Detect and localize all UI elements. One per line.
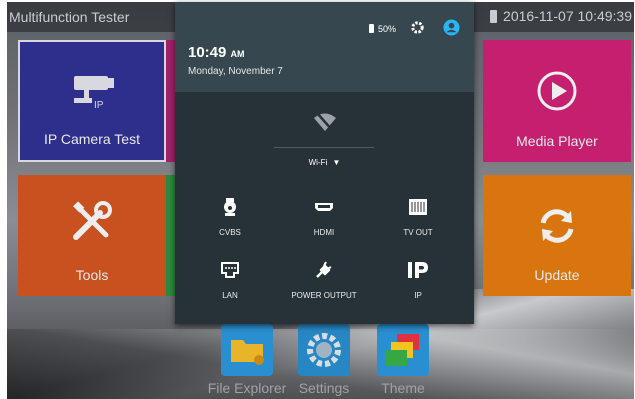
battery-icon xyxy=(368,24,374,33)
theme-icon xyxy=(377,324,429,376)
dock-theme[interactable]: Theme xyxy=(371,324,435,396)
wifi-dropdown[interactable]: Wi-Fi ▼ xyxy=(175,158,474,167)
datetime-text: 2016-11-07 10:49:39 xyxy=(503,8,632,24)
qs-ip[interactable]: IP xyxy=(368,259,468,300)
folder-icon xyxy=(221,324,273,376)
qs-tv-out[interactable]: TV OUT xyxy=(368,196,468,237)
dock-label: File Explorer xyxy=(207,380,287,396)
dock-settings[interactable]: Settings xyxy=(296,324,352,396)
qs-lan[interactable]: LAN xyxy=(180,259,280,300)
panel-date: Monday, November 7 xyxy=(188,66,283,77)
wifi-tile[interactable] xyxy=(175,112,474,137)
lan-icon xyxy=(180,259,280,281)
tv-out-icon xyxy=(368,196,468,218)
cctv-camera-icon: IP xyxy=(66,70,118,115)
hdmi-icon xyxy=(274,196,374,218)
tile-label: IP Camera Test xyxy=(44,131,140,147)
tile-media-player[interactable]: Media Player xyxy=(483,40,631,162)
dock-label: Theme xyxy=(381,380,425,396)
qs-power-output[interactable]: POWER OUTPUT xyxy=(274,259,374,300)
panel-status-row: 50% xyxy=(368,19,460,38)
ip-icon xyxy=(368,259,468,281)
tile-update[interactable]: Update xyxy=(483,175,631,296)
status-clock: 2016-11-07 10:49:39 xyxy=(490,8,632,24)
tile-label: Media Player xyxy=(516,133,598,149)
dock-label: Settings xyxy=(298,380,350,396)
refresh-icon xyxy=(534,203,580,252)
account-icon[interactable] xyxy=(443,19,460,38)
wifi-off-icon xyxy=(313,112,337,136)
qs-label: TV OUT xyxy=(403,228,433,237)
tile-edge xyxy=(166,175,175,296)
tile-label: Tools xyxy=(75,267,109,283)
battery-percent: 50% xyxy=(377,23,396,34)
gear-icon[interactable] xyxy=(410,20,425,37)
dock-file-explorer[interactable]: File Explorer xyxy=(202,324,292,396)
power-plug-icon xyxy=(274,259,374,281)
qs-label: POWER OUTPUT xyxy=(291,291,357,300)
qs-label: IP xyxy=(414,291,422,300)
app-title: Multifunction Tester xyxy=(9,9,130,25)
chevron-down-icon: ▼ xyxy=(332,158,341,167)
panel-header: 50% 10:49 AM Monday, November 7 xyxy=(175,2,474,92)
tools-icon xyxy=(70,199,114,246)
qs-label: HDMI xyxy=(313,228,335,237)
notification-panel[interactable]: 50% 10:49 AM Monday, November 7 Wi-Fi ▼ … xyxy=(175,2,474,324)
panel-time: 10:49 AM xyxy=(188,44,245,61)
ampm-text: AM xyxy=(230,49,245,59)
divider xyxy=(274,147,374,148)
tile-tools[interactable]: Tools xyxy=(18,175,166,296)
qs-hdmi[interactable]: HDMI xyxy=(274,196,374,237)
tile-ip-camera-test[interactable]: IP IP Camera Test xyxy=(18,40,166,162)
qs-label: LAN xyxy=(222,291,238,300)
tile-label: Update xyxy=(534,267,580,283)
wifi-label: Wi-Fi xyxy=(308,158,328,167)
camera-icon xyxy=(180,196,280,218)
time-text: 10:49 xyxy=(188,44,227,61)
battery-icon xyxy=(490,9,498,23)
play-circle-icon xyxy=(536,70,578,115)
svg-text:IP: IP xyxy=(94,100,104,111)
gear-icon xyxy=(298,324,350,376)
tile-edge xyxy=(166,40,175,162)
qs-cvbs[interactable]: CVBS xyxy=(180,196,280,237)
qs-label: CVBS xyxy=(219,228,241,237)
